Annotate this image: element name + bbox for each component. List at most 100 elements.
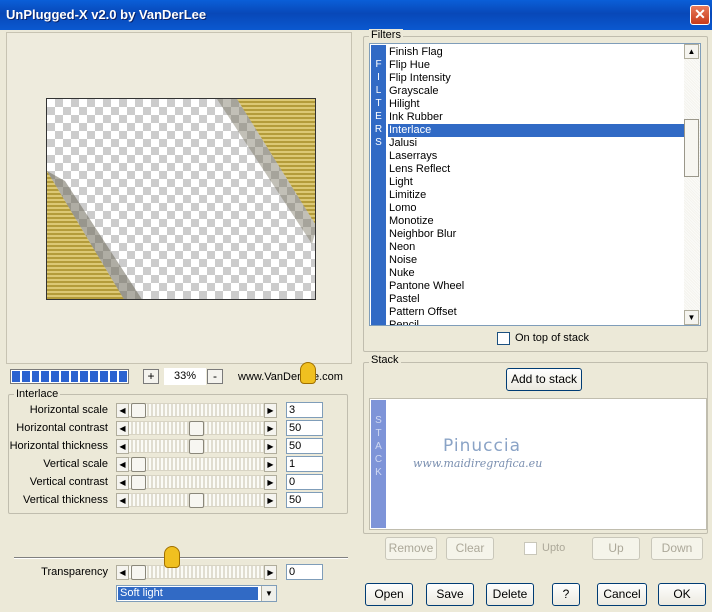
- slider-left-arrow[interactable]: ◀: [116, 403, 129, 418]
- filter-list-item[interactable]: Pattern Offset: [388, 306, 684, 319]
- hand-pointer-icon: [164, 546, 180, 568]
- filter-list-item[interactable]: Grayscale: [388, 85, 684, 98]
- slider-left-arrow[interactable]: ◀: [116, 475, 129, 490]
- close-icon: ✕: [694, 6, 706, 22]
- filter-list[interactable]: FILTERS Finish Flag Flip Hue Flip Intensit…: [369, 43, 701, 326]
- filter-list-item[interactable]: Pencil: [388, 319, 684, 325]
- filter-list-item[interactable]: Flip Intensity: [388, 72, 684, 85]
- param-value[interactable]: 1: [286, 456, 323, 472]
- slider-right-arrow[interactable]: ▶: [264, 565, 277, 580]
- filter-scrollbar[interactable]: ▲ ▼: [684, 44, 700, 325]
- param-slider[interactable]: ◀ ▶: [116, 403, 277, 418]
- filter-list-item[interactable]: Interlace: [388, 124, 684, 137]
- slider-thumb[interactable]: [131, 457, 146, 472]
- zoom-value: 33%: [164, 368, 206, 385]
- slider-right-arrow[interactable]: ▶: [264, 439, 277, 454]
- save-button[interactable]: Save: [426, 583, 474, 606]
- slider-right-arrow[interactable]: ▶: [264, 475, 277, 490]
- transparency-slider[interactable]: ◀ ▶: [116, 565, 277, 580]
- param-value[interactable]: 50: [286, 492, 323, 508]
- filter-list-item[interactable]: Neon: [388, 241, 684, 254]
- param-row: Horizontal thickness ◀ ▶ 50: [8, 438, 338, 454]
- cancel-button[interactable]: Cancel: [597, 583, 647, 606]
- close-button[interactable]: ✕: [690, 5, 710, 25]
- watermark-url: www.maidiregrafica.eu: [413, 457, 543, 470]
- slider-left-arrow[interactable]: ◀: [116, 493, 129, 508]
- filters-group-title: Filters: [369, 29, 403, 41]
- filter-list-item[interactable]: Light: [388, 176, 684, 189]
- param-value[interactable]: 50: [286, 438, 323, 454]
- website-link[interactable]: www.VanDerLee.com: [238, 371, 343, 383]
- strip-letter: I: [377, 72, 380, 83]
- param-value[interactable]: 3: [286, 402, 323, 418]
- filter-list-item[interactable]: Hilight: [388, 98, 684, 111]
- scroll-up-icon[interactable]: ▲: [684, 44, 699, 59]
- slider-thumb[interactable]: [189, 493, 204, 508]
- slider-left-arrow[interactable]: ◀: [116, 439, 129, 454]
- open-button[interactable]: Open: [365, 583, 413, 606]
- filter-list-item[interactable]: Pastel: [388, 293, 684, 306]
- stack-side-strip: STACK: [371, 400, 386, 528]
- filter-list-item[interactable]: Jalusi: [388, 137, 684, 150]
- remove-button[interactable]: Remove: [385, 537, 437, 560]
- down-button[interactable]: Down: [651, 537, 703, 560]
- filter-list-item[interactable]: Ink Rubber: [388, 111, 684, 124]
- filter-list-item[interactable]: Noise: [388, 254, 684, 267]
- ok-button[interactable]: OK: [658, 583, 706, 606]
- slider-left-arrow[interactable]: ◀: [116, 421, 129, 436]
- preview-panel: [6, 32, 352, 364]
- filter-list-item[interactable]: Monotize: [388, 215, 684, 228]
- param-slider[interactable]: ◀ ▶: [116, 493, 277, 508]
- on-top-checkbox[interactable]: [497, 332, 510, 345]
- param-slider[interactable]: ◀ ▶: [116, 421, 277, 436]
- slider-left-arrow[interactable]: ◀: [116, 457, 129, 472]
- filter-list-item[interactable]: Limitize: [388, 189, 684, 202]
- strip-letter: S: [375, 415, 382, 426]
- delete-button[interactable]: Delete: [486, 583, 534, 606]
- blend-mode-select[interactable]: Soft light ▼: [116, 585, 277, 602]
- upto-checkbox[interactable]: [524, 542, 537, 555]
- slider-right-arrow[interactable]: ▶: [264, 403, 277, 418]
- filter-list-item[interactable]: Laserrays: [388, 150, 684, 163]
- up-button[interactable]: Up: [592, 537, 640, 560]
- param-slider[interactable]: ◀ ▶: [116, 457, 277, 472]
- filters-side-strip: FILTERS: [371, 45, 386, 325]
- filter-list-item[interactable]: Pantone Wheel: [388, 280, 684, 293]
- slider-thumb[interactable]: [131, 475, 146, 490]
- slider-thumb[interactable]: [131, 565, 146, 580]
- filter-list-item[interactable]: Flip Hue: [388, 59, 684, 72]
- param-value[interactable]: 50: [286, 420, 323, 436]
- help-button[interactable]: ?: [552, 583, 580, 606]
- param-slider[interactable]: ◀ ▶: [116, 439, 277, 454]
- scroll-thumb[interactable]: [684, 119, 699, 177]
- filter-list-item[interactable]: Neighbor Blur: [388, 228, 684, 241]
- slider-right-arrow[interactable]: ▶: [264, 457, 277, 472]
- slider-right-arrow[interactable]: ▶: [264, 421, 277, 436]
- slider-thumb[interactable]: [131, 403, 146, 418]
- param-row: Vertical scale ◀ ▶ 1: [8, 456, 338, 472]
- filter-list-item[interactable]: Lomo: [388, 202, 684, 215]
- zoom-in-button[interactable]: +: [143, 369, 159, 384]
- param-slider[interactable]: ◀ ▶: [116, 475, 277, 490]
- zoom-out-button[interactable]: -: [207, 369, 223, 384]
- filter-list-item[interactable]: Finish Flag: [388, 46, 684, 59]
- add-to-stack-button[interactable]: Add to stack: [506, 368, 582, 391]
- interlace-group-title: Interlace: [14, 388, 61, 400]
- preview-artwork: [47, 99, 315, 299]
- param-value[interactable]: 0: [286, 474, 323, 490]
- clear-button[interactable]: Clear: [446, 537, 494, 560]
- param-label: Horizontal thickness: [9, 440, 108, 452]
- filter-list-item[interactable]: Nuke: [388, 267, 684, 280]
- slider-thumb[interactable]: [189, 421, 204, 436]
- slider-right-arrow[interactable]: ▶: [264, 493, 277, 508]
- slider-thumb[interactable]: [189, 439, 204, 454]
- strip-letter: F: [375, 59, 382, 70]
- strip-letter: K: [375, 467, 382, 478]
- param-row: Horizontal scale ◀ ▶ 3: [8, 402, 338, 418]
- preview-image[interactable]: [46, 98, 316, 300]
- transparency-value[interactable]: 0: [286, 564, 323, 580]
- filter-list-item[interactable]: Lens Reflect: [388, 163, 684, 176]
- slider-left-arrow[interactable]: ◀: [116, 565, 129, 580]
- strip-letter: E: [375, 111, 382, 122]
- scroll-down-icon[interactable]: ▼: [684, 310, 699, 325]
